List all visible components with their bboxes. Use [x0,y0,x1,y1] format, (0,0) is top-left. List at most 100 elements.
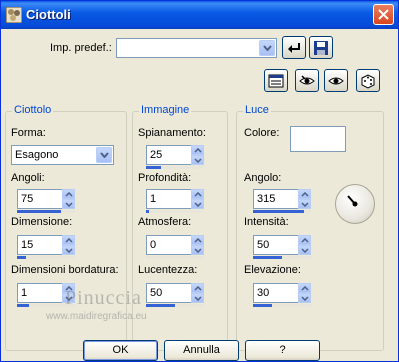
angolo-updown[interactable] [298,189,311,209]
dimensione-slider[interactable] [17,256,75,259]
ok-button[interactable]: OK [83,340,158,361]
color-swatch[interactable] [290,126,346,152]
spianamento-updown[interactable] [191,145,204,165]
preview-window-icon [268,74,284,88]
atmosfera-slider[interactable] [146,256,204,259]
elevazione-up-button[interactable] [298,283,311,293]
chevron-down-icon [100,152,109,158]
angolo-down-button[interactable] [298,199,311,209]
preset-dropdown[interactable] [116,38,277,58]
angolo-value: 315 [257,193,276,205]
group-ciottolo-title: Ciottolo [12,104,54,116]
arrow-down-icon [301,202,309,207]
randomize-button[interactable] [356,69,380,92]
title-bar[interactable]: Ciottoli [1,1,398,29]
lucentezza-up-button[interactable] [191,283,204,293]
forma-dropdown[interactable]: Esagono [11,145,114,165]
angoli-down-button[interactable] [62,199,75,209]
cancel-button[interactable]: Annulla [164,340,239,361]
reset-preset-button[interactable] [282,36,306,59]
intensita-updown[interactable] [298,235,311,255]
arrow-down-icon [194,158,202,163]
dimensione-slider-fill [17,256,26,259]
group-immagine-title: Immagine [139,104,192,116]
watermark-url: www.maidiregrafica.eu [46,311,147,322]
angoli-updown[interactable] [62,189,75,209]
light-angle-dial[interactable] [335,184,375,224]
intensita-input[interactable]: 50 [253,235,299,255]
close-icon [378,9,389,20]
save-preset-button[interactable] [309,36,333,59]
close-button[interactable] [373,4,394,25]
forma-label: Forma: [11,127,46,139]
intensita-up-button[interactable] [298,235,311,245]
spianamento-down-button[interactable] [191,155,204,165]
lucentezza-input[interactable]: 50 [146,283,192,303]
elevazione-spinner[interactable]: 30 [253,283,311,307]
auto-proof-button[interactable] [324,69,348,92]
preset-dropdown-arrow[interactable] [259,40,275,56]
arrow-up-icon [194,192,202,197]
angolo-slider-fill [253,210,304,213]
lucentezza-spinner[interactable]: 50 [146,283,204,307]
angolo-up-button[interactable] [298,189,311,199]
forma-dropdown-arrow[interactable] [96,147,112,163]
profondita-spinner[interactable]: 1 [146,189,204,213]
dimensione-spinner[interactable]: 15 [17,235,75,259]
elevazione-slider[interactable] [253,304,311,307]
profondita-updown[interactable] [191,189,204,209]
elevazione-updown[interactable] [298,283,311,303]
dimensione-input[interactable]: 15 [17,235,63,255]
chevron-down-icon [263,45,272,51]
elevazione-down-button[interactable] [298,293,311,303]
lucentezza-updown[interactable] [191,283,204,303]
pebbles-app-icon [6,7,22,23]
angoli-up-button[interactable] [62,189,75,199]
intensita-spinner[interactable]: 50 [253,235,311,259]
angolo-spinner[interactable]: 315 [253,189,311,213]
intensita-slider[interactable] [253,256,311,259]
angoli-spinner[interactable]: 75 [17,189,75,213]
angolo-input[interactable]: 315 [253,189,299,209]
reset-arrow-icon [288,43,300,53]
bordatura-input[interactable]: 1 [17,283,63,303]
spianamento-input[interactable]: 25 [146,145,192,165]
proof-button[interactable] [295,69,319,92]
spianamento-slider[interactable] [146,166,204,169]
arrow-up-icon [301,286,309,291]
toggle-preview-button[interactable] [264,69,288,92]
colore-label: Colore: [244,127,280,139]
profondita-slider[interactable] [146,210,204,213]
atmosfera-updown[interactable] [191,235,204,255]
atmosfera-input[interactable]: 0 [146,235,192,255]
atmosfera-spinner[interactable]: 0 [146,235,204,259]
help-button[interactable]: ? [245,340,320,361]
arrow-down-icon [301,296,309,301]
arrow-up-icon [301,238,309,243]
atmosfera-down-button[interactable] [191,245,204,255]
dimensione-updown[interactable] [62,235,75,255]
dimensione-value: 15 [21,239,34,251]
elevazione-slider-fill [253,304,273,307]
angolo-slider[interactable] [253,210,311,213]
profondita-up-button[interactable] [191,189,204,199]
angoli-input[interactable]: 75 [17,189,63,209]
profondita-input[interactable]: 1 [146,189,192,209]
arrow-down-icon [194,202,202,207]
spianamento-up-button[interactable] [191,145,204,155]
spianamento-spinner[interactable]: 25 [146,145,204,169]
dimensione-down-button[interactable] [62,245,75,255]
angoli-slider[interactable] [17,210,75,213]
profondita-down-button[interactable] [191,199,204,209]
angoli-value: 75 [21,193,34,205]
dimensione-up-button[interactable] [62,235,75,245]
arrow-down-icon [194,296,202,301]
lucentezza-down-button[interactable] [191,293,204,303]
atmosfera-label: Atmosfera: [138,216,192,228]
intensita-slider-fill [253,256,282,259]
intensita-down-button[interactable] [298,245,311,255]
elevazione-input[interactable]: 30 [253,283,299,303]
elevazione-label: Elevazione: [244,264,301,276]
lucentezza-slider[interactable] [146,304,204,307]
atmosfera-up-button[interactable] [191,235,204,245]
